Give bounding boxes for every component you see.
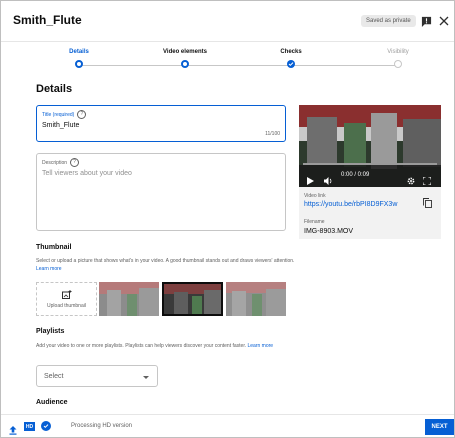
playlists-learn-more-link[interactable]: Learn more bbox=[248, 343, 274, 349]
thumbnail-description: Select or upload a picture that shows wh… bbox=[36, 257, 296, 273]
copy-icon[interactable] bbox=[423, 195, 432, 213]
description-field-label-text: Description bbox=[42, 159, 68, 166]
step-video-elements-dot[interactable] bbox=[181, 60, 189, 68]
check-icon[interactable] bbox=[287, 60, 295, 68]
processing-status: Processing HD version bbox=[71, 423, 133, 429]
upload-thumbnail-label: Upload thumbnail bbox=[47, 302, 86, 309]
upload-icon bbox=[9, 422, 17, 437]
step-checks-label[interactable]: Checks bbox=[280, 49, 301, 55]
playlists-description: Add your video to one or more playlists.… bbox=[36, 342, 296, 350]
description-field[interactable]: Description ? Tell viewers about your vi… bbox=[36, 153, 286, 231]
title-field[interactable]: Title (required) ? Smith_Flute 11/100 bbox=[36, 105, 286, 142]
thumbnail-learn-more-link[interactable]: Learn more bbox=[36, 266, 62, 272]
details-heading: Details bbox=[36, 83, 73, 95]
dialog-footer: HD Processing HD version NEXT bbox=[1, 414, 454, 437]
video-info-panel: Video link https://youtu.be/rbPI8D9FX3w … bbox=[299, 187, 441, 239]
stepper-line bbox=[291, 65, 398, 66]
title-input[interactable]: Smith_Flute bbox=[42, 122, 79, 129]
play-icon[interactable] bbox=[307, 172, 314, 187]
filename-value: IMG-8903.MOV bbox=[304, 228, 354, 235]
feedback-icon[interactable] bbox=[419, 14, 433, 28]
video-progress-bar[interactable] bbox=[303, 163, 437, 165]
upload-thumbnail-button[interactable]: Upload thumbnail bbox=[36, 282, 97, 316]
title-character-counter: 11/100 bbox=[265, 131, 280, 137]
stepper-line bbox=[185, 65, 291, 66]
playlist-select-value: Select bbox=[44, 373, 64, 380]
video-time: 0:00 / 0:09 bbox=[341, 172, 370, 178]
step-visibility-label[interactable]: Visibility bbox=[387, 49, 409, 55]
step-details-label[interactable]: Details bbox=[69, 49, 89, 55]
description-input[interactable]: Tell viewers about your video bbox=[42, 170, 132, 177]
thumbnail-description-text: Select or upload a picture that shows wh… bbox=[36, 258, 295, 264]
help-icon[interactable]: ? bbox=[77, 110, 87, 119]
thumbnail-option-3[interactable] bbox=[226, 282, 286, 316]
fullscreen-icon[interactable] bbox=[422, 172, 432, 187]
settings-gear-icon[interactable] bbox=[407, 172, 415, 187]
audience-title: Audience bbox=[36, 399, 68, 406]
add-photo-icon bbox=[61, 289, 71, 299]
filename-label: Filename bbox=[304, 219, 325, 225]
dialog-header: Smith_Flute Saved as private bbox=[1, 1, 454, 42]
title-field-label-text: Title (required) bbox=[42, 111, 75, 118]
video-preview[interactable]: 0:00 / 0:09 bbox=[299, 105, 441, 187]
title-field-label: Title (required) ? bbox=[42, 110, 87, 119]
upload-dialog: Smith_Flute Saved as private Details Vid… bbox=[0, 0, 455, 438]
next-button[interactable]: NEXT bbox=[425, 419, 454, 435]
step-visibility-dot[interactable] bbox=[394, 60, 402, 68]
thumbnail-option-2-selected[interactable] bbox=[162, 282, 223, 316]
video-link-label: Video link bbox=[304, 193, 326, 199]
playlist-select[interactable]: Select bbox=[36, 365, 158, 387]
dialog-title: Smith_Flute bbox=[13, 13, 82, 27]
check-circle-icon bbox=[41, 421, 51, 431]
close-icon[interactable] bbox=[437, 14, 451, 28]
thumbnail-option-1[interactable] bbox=[99, 282, 159, 316]
playlists-title: Playlists bbox=[36, 328, 65, 335]
playlists-description-text: Add your video to one or more playlists.… bbox=[36, 343, 247, 349]
video-frame bbox=[299, 105, 441, 187]
step-video-elements-label[interactable]: Video elements bbox=[163, 49, 207, 55]
description-field-label: Description ? bbox=[42, 158, 80, 167]
video-link[interactable]: https://youtu.be/rbPI8D9FX3w bbox=[304, 201, 397, 208]
saved-status-badge: Saved as private bbox=[361, 15, 416, 27]
chevron-down-icon bbox=[143, 376, 149, 379]
help-icon[interactable]: ? bbox=[70, 158, 80, 167]
volume-icon[interactable] bbox=[324, 172, 333, 187]
hd-badge-icon: HD bbox=[24, 422, 35, 431]
upload-stepper: Details Video elements Checks Visibility bbox=[1, 45, 454, 73]
step-details-dot[interactable] bbox=[75, 60, 83, 68]
stepper-line bbox=[79, 65, 185, 66]
thumbnail-title: Thumbnail bbox=[36, 244, 72, 251]
